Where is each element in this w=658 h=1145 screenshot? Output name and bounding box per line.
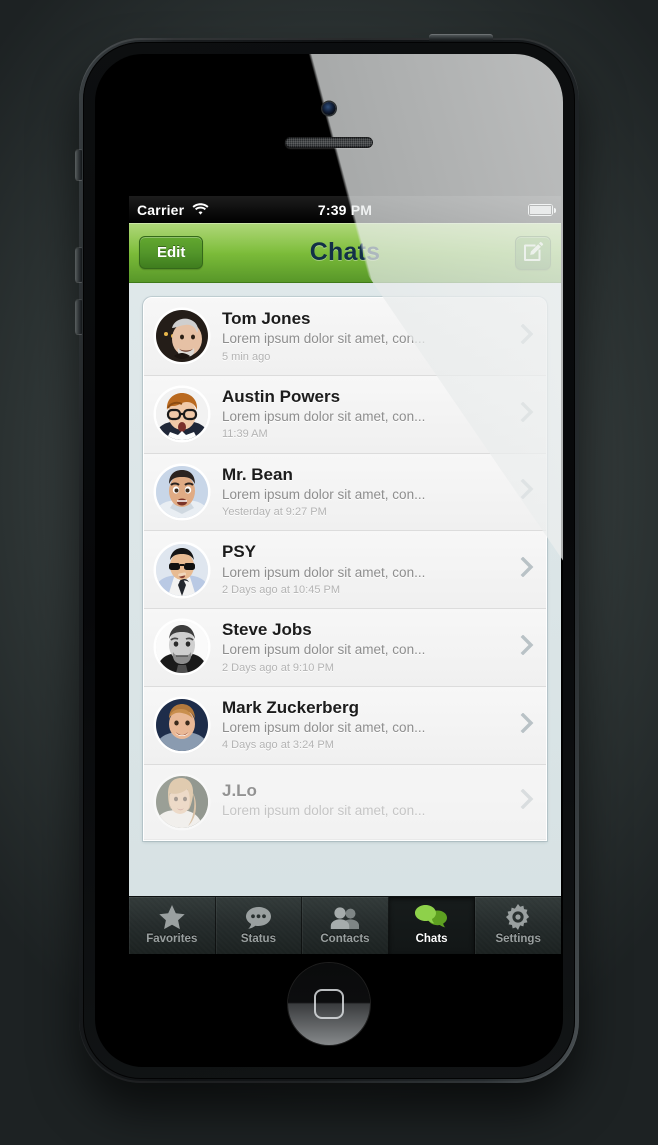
battery-icon: [528, 203, 556, 216]
tab-bar: Favorites Status Contacts Chats Settings: [129, 896, 561, 954]
chat-time: Yesterday at 9:27 PM: [222, 506, 327, 519]
chat-list-item[interactable]: Austin Powers Lorem ipsum dolor sit amet…: [144, 375, 546, 454]
chat-preview: Lorem ipsum dolor sit amet, con...: [222, 331, 426, 347]
tab-label: Contacts: [320, 933, 370, 945]
tab-chats[interactable]: Chats: [388, 897, 476, 954]
chat-name: J.Lo: [222, 780, 257, 800]
avatar-mark-zuckerberg: [156, 699, 208, 752]
compose-icon: [523, 241, 544, 265]
chat-item-text: Tom Jones Lorem ipsum dolor sit amet, co…: [222, 309, 512, 364]
chat-time: 4 Days ago at 3:24 PM: [222, 739, 334, 752]
chat-name: Mr. Bean: [222, 464, 293, 484]
tab-label: Favorites: [146, 933, 198, 945]
clock-label: 7:39 PM: [317, 201, 373, 218]
chat-item-text: Mr. Bean Lorem ipsum dolor sit amet, con…: [222, 465, 512, 520]
chat-item-text: Steve Jobs Lorem ipsum dolor sit amet, c…: [222, 620, 512, 675]
chat-preview: Lorem ipsum dolor sit amet, con...: [222, 720, 426, 736]
chat-item-text: PSY Lorem ipsum dolor sit amet, con... 2…: [222, 542, 512, 597]
chevron-right-icon: [520, 401, 534, 427]
tab-label: Settings: [495, 933, 541, 945]
avatar-mr-bean: [156, 465, 208, 518]
device-glass: Carrier 7:39 PM Edit Chats Tom Jones Lor…: [95, 54, 563, 1067]
compose-button[interactable]: [515, 235, 551, 270]
chat-list-card: Tom Jones Lorem ipsum dolor sit amet, co…: [143, 297, 547, 841]
star-icon: [159, 905, 185, 930]
chat-list-item[interactable]: Mr. Bean Lorem ipsum dolor sit amet, con…: [144, 453, 546, 532]
avatar-jlo: [156, 775, 208, 828]
chevron-right-icon: [520, 323, 534, 349]
earpiece-speaker-icon: [285, 137, 373, 148]
mute-switch[interactable]: [75, 150, 82, 180]
chevron-right-icon: [520, 556, 534, 582]
chat-preview: Lorem ipsum dolor sit amet, con...: [222, 803, 426, 819]
front-camera-icon: [322, 102, 336, 115]
speech-bubble-dots-icon: [245, 906, 272, 930]
volume-up-button[interactable]: [75, 248, 82, 282]
chat-time: 2 Days ago at 9:10 PM: [222, 661, 334, 674]
edit-button[interactable]: Edit: [139, 236, 204, 269]
avatar-psy: [156, 543, 208, 596]
tab-contacts[interactable]: Contacts: [302, 897, 389, 954]
phone-device: Carrier 7:39 PM Edit Chats Tom Jones Lor…: [75, 34, 579, 1083]
tab-settings[interactable]: Settings: [475, 897, 561, 954]
chat-time: 11:39 AM: [222, 428, 268, 441]
chevron-right-icon: [520, 712, 534, 738]
chat-time: 5 min ago: [222, 350, 271, 363]
chat-item-text: Mark Zuckerberg Lorem ipsum dolor sit am…: [222, 698, 512, 753]
avatar-austin-powers: [156, 388, 208, 441]
tab-label: Status: [240, 933, 276, 945]
chat-list-item[interactable]: J.Lo Lorem ipsum dolor sit amet, con...: [144, 764, 546, 840]
chat-name: Tom Jones: [222, 309, 311, 328]
people-icon: [330, 906, 360, 930]
chat-bubbles-icon: [415, 905, 448, 930]
gear-icon: [505, 904, 531, 930]
chat-preview: Lorem ipsum dolor sit amet, con...: [222, 486, 426, 502]
chevron-right-icon: [520, 788, 534, 814]
chat-item-text: J.Lo Lorem ipsum dolor sit amet, con...: [222, 781, 512, 823]
chevron-right-icon: [520, 634, 534, 660]
chat-name: Austin Powers: [222, 386, 341, 406]
chat-name: Mark Zuckerberg: [222, 697, 359, 717]
chat-name: Steve Jobs: [222, 620, 312, 640]
status-bar: Carrier 7:39 PM: [129, 196, 561, 223]
home-square-icon: [314, 989, 344, 1019]
chat-preview: Lorem ipsum dolor sit amet, con...: [222, 409, 426, 425]
chevron-right-icon: [520, 479, 534, 504]
power-button[interactable]: [429, 34, 493, 41]
device-bezel: Carrier 7:39 PM Edit Chats Tom Jones Lor…: [83, 42, 575, 1079]
chat-list-item[interactable]: Mark Zuckerberg Lorem ipsum dolor sit am…: [144, 686, 546, 765]
chat-name: PSY: [222, 542, 257, 562]
tab-label: Chats: [415, 933, 448, 945]
avatar-steve-jobs: [156, 621, 208, 674]
chat-list-item[interactable]: Tom Jones Lorem ipsum dolor sit amet, co…: [144, 298, 546, 376]
chat-item-text: Austin Powers Lorem ipsum dolor sit amet…: [222, 387, 512, 442]
phone-screen: Carrier 7:39 PM Edit Chats Tom Jones Lor…: [129, 196, 561, 954]
chat-list-item[interactable]: Steve Jobs Lorem ipsum dolor sit amet, c…: [144, 609, 546, 687]
chat-time: 2 Days ago at 10:45 PM: [222, 583, 341, 596]
chat-preview: Lorem ipsum dolor sit amet, con...: [222, 642, 426, 658]
chat-list-area[interactable]: Tom Jones Lorem ipsum dolor sit amet, co…: [129, 283, 561, 896]
chat-preview: Lorem ipsum dolor sit amet, con...: [222, 564, 426, 580]
volume-down-button[interactable]: [75, 300, 82, 334]
battery-fill: [529, 204, 552, 215]
tab-status[interactable]: Status: [216, 897, 303, 954]
avatar-tom-jones: [156, 310, 208, 363]
home-button[interactable]: [288, 963, 370, 1045]
nav-bar: Edit Chats: [129, 223, 561, 283]
chat-list-item[interactable]: PSY Lorem ipsum dolor sit amet, con... 2…: [144, 531, 546, 610]
tab-favorites[interactable]: Favorites: [129, 897, 216, 954]
